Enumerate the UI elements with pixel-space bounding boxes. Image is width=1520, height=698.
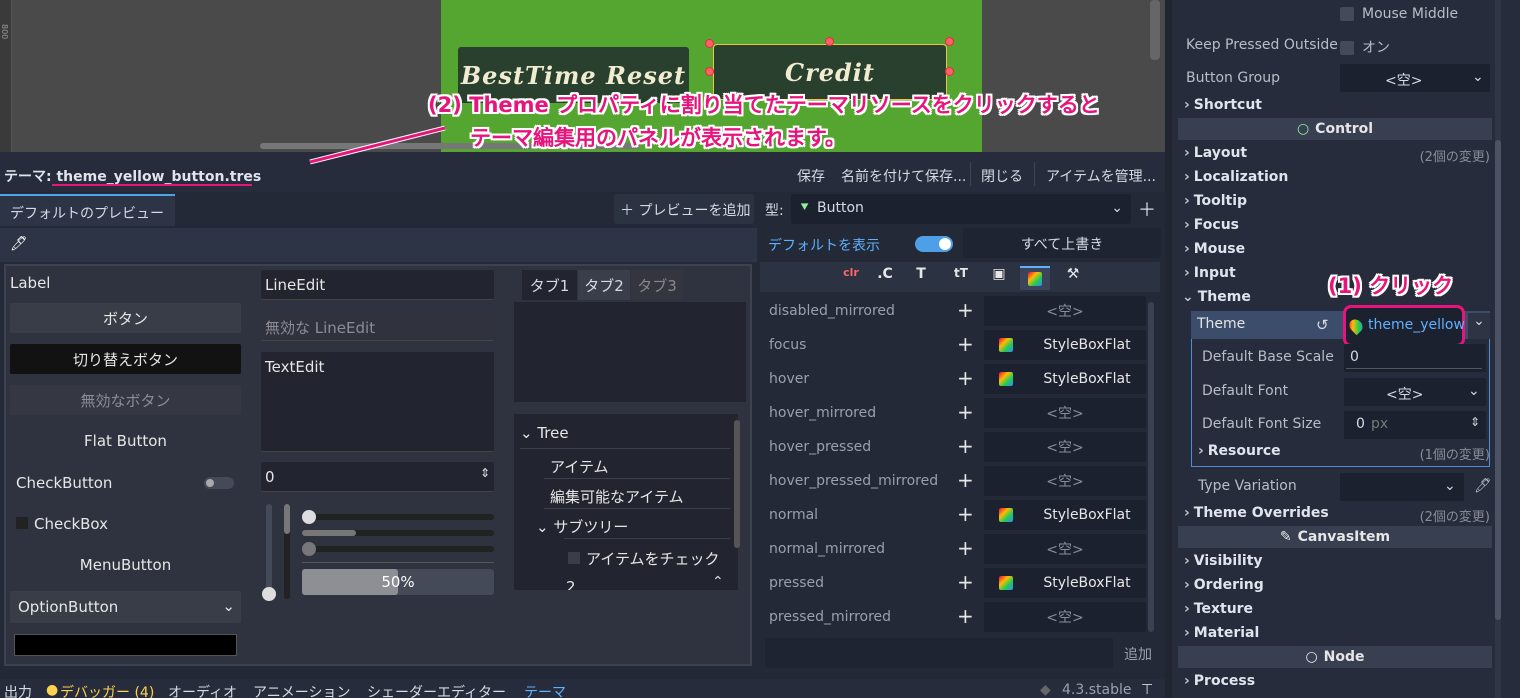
- annotation-text-line2: テーマ編集用のパネルが表示されます。: [470, 126, 846, 150]
- annotation-text-line1: (2) Theme プロパティに割り当てたテーマリソースをクリックすると: [428, 93, 1100, 117]
- annotation-click-label: (1) クリック: [1328, 274, 1454, 298]
- annotation-line: [309, 126, 446, 164]
